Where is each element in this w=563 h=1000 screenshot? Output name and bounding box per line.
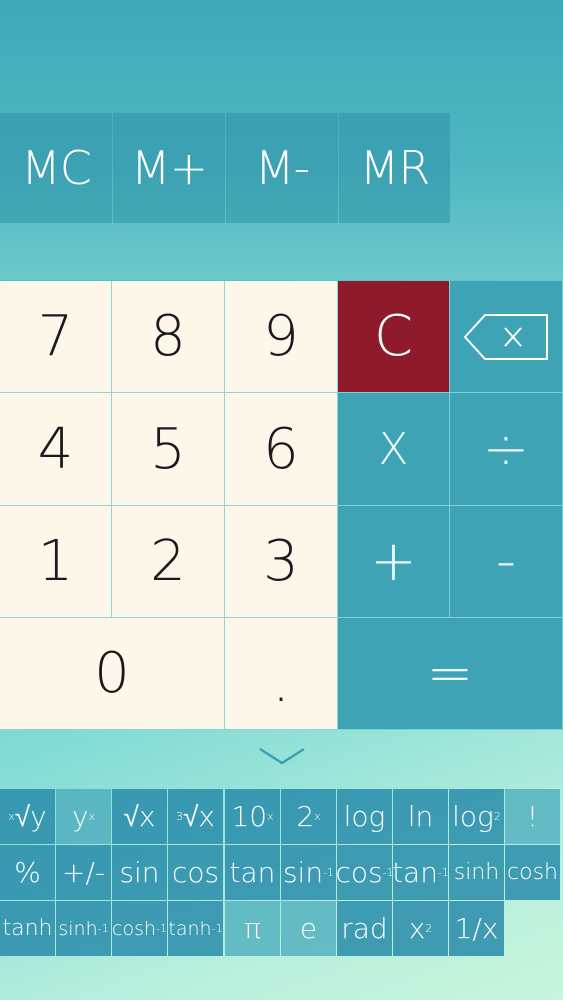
acos-button[interactable]: cos -1 [337, 845, 392, 900]
key-4[interactable]: 4 [0, 393, 112, 506]
asin-button[interactable]: sin -1 [281, 845, 336, 900]
backspace-icon [463, 313, 548, 360]
ten-power-button[interactable]: 10 x [225, 789, 280, 844]
sin-button[interactable]: sin [112, 845, 167, 900]
minus-button[interactable]: - [450, 506, 563, 618]
key-8[interactable]: 8 [112, 281, 225, 393]
clear-button[interactable]: C [338, 281, 450, 393]
cube-root-button[interactable]: 3 √x [168, 789, 223, 844]
key-5[interactable]: 5 [112, 393, 225, 506]
asinh-button[interactable]: sinh -1 [56, 901, 111, 956]
key-9[interactable]: 9 [225, 281, 338, 393]
multiply-button[interactable]: X [338, 393, 450, 506]
equals-button[interactable]: = [338, 618, 563, 730]
pi-button[interactable]: π [225, 901, 280, 956]
ln-button[interactable]: ln [393, 789, 448, 844]
tanh-button[interactable]: tanh [0, 901, 55, 956]
cosh-button[interactable]: cosh [505, 845, 560, 900]
e-button[interactable]: e [281, 901, 336, 956]
memory-row: MC M+ M- MR [0, 113, 450, 223]
m-plus-button[interactable]: M+ [113, 113, 225, 223]
key-7[interactable]: 7 [0, 281, 112, 393]
acosh-button[interactable]: cosh -1 [112, 901, 167, 956]
keypad: 7 8 9 C 4 5 6 X ÷ 1 2 3 + - 0 . = [0, 281, 563, 730]
log-button[interactable]: log [337, 789, 392, 844]
factorial-button[interactable]: ! [505, 789, 560, 844]
key-0[interactable]: 0 [0, 618, 225, 730]
square-button[interactable]: x2 [393, 901, 448, 956]
tan-button[interactable]: tan [225, 845, 280, 900]
rad-button[interactable]: rad [337, 901, 392, 956]
sinh-button[interactable]: sinh [449, 845, 504, 900]
atan-button[interactable]: tan -1 [393, 845, 448, 900]
cos-button[interactable]: cos [168, 845, 223, 900]
mc-button[interactable]: MC [0, 113, 112, 223]
decimal-button[interactable]: . [225, 618, 338, 730]
mr-button[interactable]: MR [339, 113, 450, 223]
power-button[interactable]: yx [56, 789, 111, 844]
chevron-down-icon[interactable] [258, 745, 306, 769]
two-power-button[interactable]: 2x [281, 789, 336, 844]
percent-button[interactable]: % [0, 845, 55, 900]
log2-button[interactable]: log 2 [449, 789, 504, 844]
atanh-button[interactable]: tanh -1 [168, 901, 223, 956]
sign-toggle-button[interactable]: +/- [56, 845, 111, 900]
backspace-button[interactable] [450, 281, 563, 393]
divide-button[interactable]: ÷ [450, 393, 563, 506]
key-2[interactable]: 2 [112, 506, 225, 618]
scientific-panel: x √y yx √x 3 √x 10 x 2x log ln log 2 ! % +/-… [0, 789, 563, 958]
m-minus-button[interactable]: M- [226, 113, 338, 223]
key-6[interactable]: 6 [225, 393, 338, 506]
key-3[interactable]: 3 [225, 506, 338, 618]
plus-button[interactable]: + [338, 506, 450, 618]
nth-root-button[interactable]: x √y [0, 789, 55, 844]
key-1[interactable]: 1 [0, 506, 112, 618]
reciprocal-button[interactable]: 1/x [449, 901, 504, 956]
sqrt-button[interactable]: √x [112, 789, 167, 844]
